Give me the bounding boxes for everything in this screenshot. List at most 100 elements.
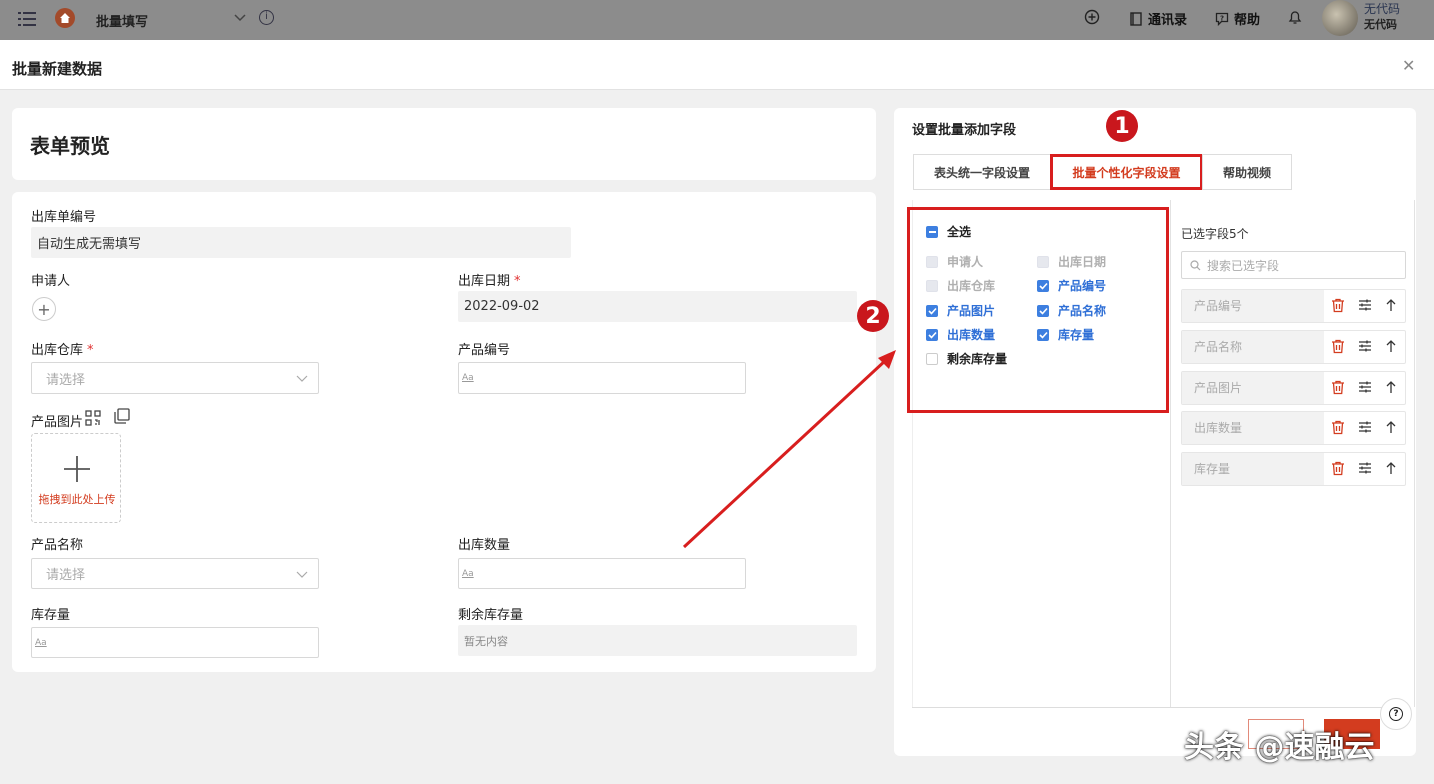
out-qty-label: 出库数量 xyxy=(458,538,511,553)
product-image-label: 产品图片 xyxy=(31,415,84,430)
help-circle-icon: ? xyxy=(1389,707,1403,721)
qrcode-icon[interactable] xyxy=(85,410,101,426)
warehouse-select[interactable]: 请选择 xyxy=(31,362,319,394)
preview-title: 表单预览 xyxy=(30,134,110,158)
preview-form-card xyxy=(12,192,876,672)
selected-field-item[interactable]: 产品图片 xyxy=(1181,370,1406,405)
out-qty-input[interactable]: Aa xyxy=(458,558,746,589)
product-name-placeholder: 请选择 xyxy=(46,568,86,583)
settings-sliders-icon[interactable] xyxy=(1358,420,1372,434)
info-icon[interactable]: i xyxy=(259,10,274,25)
watermark: 头条 @速融云 xyxy=(1184,730,1375,765)
selected-field-name: 产品名称 xyxy=(1182,330,1324,363)
text-type-icon: Aa xyxy=(35,637,47,648)
tab-batch-personalized[interactable]: 批量个性化字段设置 xyxy=(1050,154,1203,190)
move-up-icon[interactable] xyxy=(1385,339,1397,353)
annotation-box xyxy=(907,207,1169,413)
tab-help-video[interactable]: 帮助视频 xyxy=(1202,154,1292,190)
settings-sliders-icon[interactable] xyxy=(1358,461,1372,475)
remain-value: 暂无内容 xyxy=(464,634,508,648)
chevron-down-icon xyxy=(296,571,308,578)
tab-header-unified[interactable]: 表头统一字段设置 xyxy=(913,154,1051,190)
delete-icon[interactable] xyxy=(1331,420,1345,435)
help-chat-icon: ? xyxy=(1215,12,1229,26)
selected-count-label: 已选字段5个 xyxy=(1181,227,1249,241)
panel-divider-right xyxy=(1414,200,1415,707)
selected-field-name: 出库数量 xyxy=(1182,412,1324,445)
selected-field-name: 产品编号 xyxy=(1182,290,1324,322)
user-info[interactable]: 无代码 无代码 xyxy=(1364,1,1400,33)
help-label: 帮助 xyxy=(1234,13,1261,28)
applicant-label: 申请人 xyxy=(31,274,71,289)
selected-field-item[interactable]: 出库数量 xyxy=(1181,411,1406,446)
user-name: 无代码 xyxy=(1364,2,1401,16)
modal-header: 批量新建数据 ✕ xyxy=(0,40,1434,90)
product-code-input[interactable]: Aa xyxy=(458,362,746,394)
order-no-value: 自动生成无需填写 xyxy=(37,237,142,252)
selected-search-input[interactable]: 搜索已选字段 xyxy=(1181,251,1406,279)
home-icon[interactable] xyxy=(55,8,75,28)
selected-field-item[interactable]: 产品编号 xyxy=(1181,289,1406,323)
out-date-label: 出库日期 * xyxy=(458,274,521,289)
add-applicant-button[interactable]: + xyxy=(32,297,56,321)
delete-icon[interactable] xyxy=(1331,339,1345,354)
out-date-field[interactable]: 2022-09-02 xyxy=(458,291,857,322)
svg-text:?: ? xyxy=(1220,14,1224,22)
delete-icon[interactable] xyxy=(1331,380,1345,395)
product-code-label: 产品编号 xyxy=(458,343,511,358)
settings-sliders-icon[interactable] xyxy=(1358,298,1372,312)
upload-text: 拖拽到此处上传 xyxy=(38,493,116,506)
selected-field-item[interactable]: 产品名称 xyxy=(1181,329,1406,364)
out-date-value: 2022-09-02 xyxy=(464,299,540,314)
stock-label: 库存量 xyxy=(31,608,71,623)
modal-title: 批量新建数据 xyxy=(12,60,103,78)
add-circle-icon[interactable] xyxy=(1084,9,1100,25)
annotation-badge-2: 2 xyxy=(857,300,889,332)
bell-icon[interactable] xyxy=(1288,9,1302,25)
avatar[interactable] xyxy=(1322,0,1358,36)
user-org: 无代码 xyxy=(1364,18,1397,31)
contacts-label: 通讯录 xyxy=(1148,13,1188,28)
top-bar: 批量填写 i 通讯录 ? 帮助 无代码 无代码 xyxy=(0,0,1434,40)
panel-divider xyxy=(1170,200,1171,707)
menu-icon[interactable] xyxy=(18,11,36,27)
remain-label: 剩余库存量 xyxy=(458,608,524,623)
close-icon[interactable]: ✕ xyxy=(1402,56,1415,75)
search-placeholder: 搜索已选字段 xyxy=(1207,258,1280,273)
image-upload-dropzone[interactable]: 拖拽到此处上传 xyxy=(31,433,121,523)
help-link[interactable]: ? 帮助 xyxy=(1215,9,1260,28)
contacts-link[interactable]: 通讯录 xyxy=(1130,9,1187,28)
contacts-icon xyxy=(1130,11,1142,26)
settings-sliders-icon[interactable] xyxy=(1358,339,1372,353)
warehouse-label: 出库仓库 * xyxy=(31,343,94,358)
remain-field: 暂无内容 xyxy=(458,625,857,656)
chevron-down-icon xyxy=(296,375,308,382)
move-up-icon[interactable] xyxy=(1385,420,1397,434)
selected-field-name: 库存量 xyxy=(1182,453,1324,485)
order-no-label: 出库单编号 xyxy=(31,210,97,225)
delete-icon[interactable] xyxy=(1331,298,1345,313)
delete-icon[interactable] xyxy=(1331,461,1345,476)
warehouse-placeholder: 请选择 xyxy=(46,372,86,388)
text-type-icon: Aa xyxy=(462,373,474,383)
selected-field-item[interactable]: 库存量 xyxy=(1181,452,1406,486)
annotation-badge-1: 1 xyxy=(1106,110,1138,142)
settings-title: 设置批量添加字段 xyxy=(912,123,1017,138)
preview-title-card xyxy=(12,108,876,180)
chevron-down-icon[interactable] xyxy=(234,12,246,22)
selected-field-name: 产品图片 xyxy=(1182,371,1324,404)
text-type-icon: Aa xyxy=(462,568,474,579)
settings-sliders-icon[interactable] xyxy=(1358,380,1372,394)
move-up-icon[interactable] xyxy=(1385,380,1397,394)
plus-icon xyxy=(64,456,90,482)
product-name-label: 产品名称 xyxy=(31,538,84,553)
product-name-select[interactable]: 请选择 xyxy=(31,558,319,589)
help-float-button[interactable]: ? xyxy=(1380,698,1412,730)
footer-divider xyxy=(912,707,1394,708)
move-up-icon[interactable] xyxy=(1385,461,1397,475)
stock-input[interactable]: Aa xyxy=(31,627,319,658)
copy-icon[interactable] xyxy=(114,408,130,424)
search-icon xyxy=(1190,259,1201,270)
app-title[interactable]: 批量填写 xyxy=(96,11,148,30)
move-up-icon[interactable] xyxy=(1385,298,1397,312)
